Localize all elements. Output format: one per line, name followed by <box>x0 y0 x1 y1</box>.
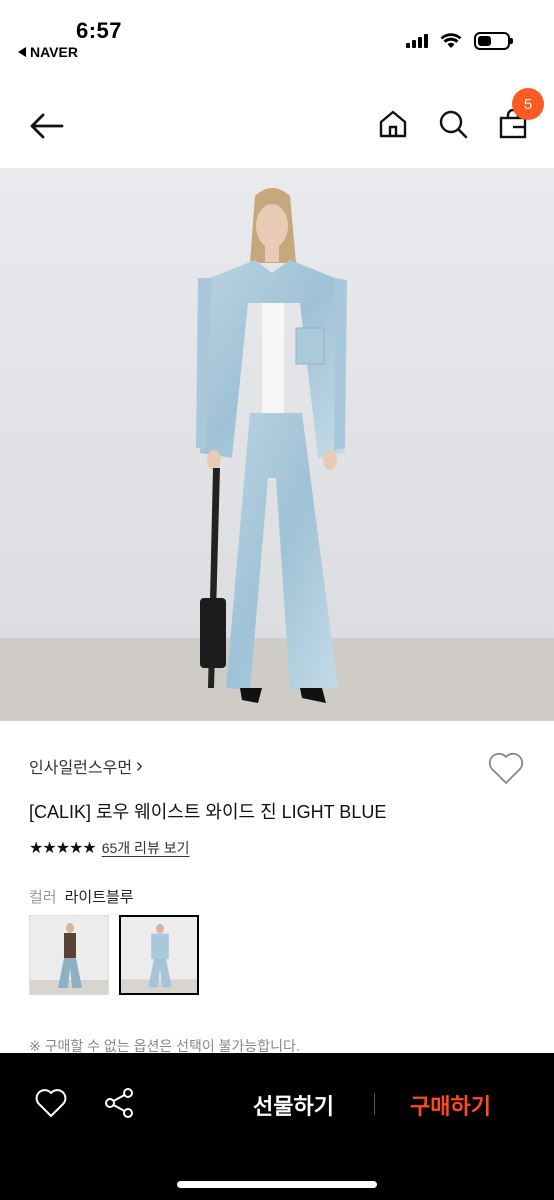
wishlist-button[interactable] <box>487 750 525 786</box>
rating-row: ★★★★★ 65개 리뷰 보기 <box>29 838 189 858</box>
chevron-right-icon: › <box>136 755 143 777</box>
divider <box>374 1093 375 1115</box>
signal-icon <box>406 34 428 48</box>
product-title: [CALIK] 로우 웨이스트 와이드 진 LIGHT BLUE <box>29 802 387 822</box>
color-swatch-light-blue[interactable] <box>119 915 199 995</box>
top-nav: 5 <box>0 88 554 162</box>
swatch-thumbnail <box>121 917 197 993</box>
color-option-row: 컬러 라이트블루 <box>29 886 134 907</box>
heart-icon <box>35 1089 67 1117</box>
brand-link[interactable]: 인사일런스우먼 › <box>29 754 143 778</box>
color-label: 컬러 <box>29 889 57 906</box>
home-button[interactable] <box>374 104 412 144</box>
rating-stars-icon: ★★★★★ <box>29 840 97 857</box>
back-button[interactable] <box>26 106 66 146</box>
status-icons <box>406 32 513 50</box>
back-triangle-icon <box>18 47 26 57</box>
gift-button[interactable]: 선물하기 <box>253 1089 334 1121</box>
buy-button[interactable]: 구매하기 <box>410 1089 491 1121</box>
color-swatches <box>29 915 199 995</box>
status-bar: 6:57 NAVER <box>0 0 554 70</box>
bottom-wishlist-button[interactable] <box>34 1087 68 1119</box>
status-time: 6:57 <box>76 18 123 43</box>
cart-button[interactable]: 5 <box>494 88 544 144</box>
search-button[interactable] <box>434 104 472 144</box>
heart-icon <box>488 752 524 784</box>
back-to-app-link[interactable]: NAVER <box>18 44 78 60</box>
back-app-label: NAVER <box>30 44 78 60</box>
cart-count-badge: 5 <box>512 88 544 120</box>
share-icon <box>105 1088 133 1118</box>
battery-icon <box>474 32 513 50</box>
search-icon <box>439 110 468 139</box>
arrow-left-icon <box>30 113 64 139</box>
review-link[interactable]: 65개 리뷰 보기 <box>102 838 190 858</box>
share-button[interactable] <box>102 1086 136 1120</box>
home-icon <box>379 110 407 138</box>
model-photo <box>0 168 554 721</box>
bottom-action-bar: 선물하기 구매하기 <box>0 1053 554 1200</box>
color-value: 라이트블루 <box>64 889 134 906</box>
home-indicator[interactable] <box>177 1181 377 1188</box>
brand-name: 인사일런스우먼 <box>29 760 133 777</box>
swatch-thumbnail <box>30 916 108 994</box>
product-image[interactable] <box>0 168 554 721</box>
color-swatch-brown[interactable] <box>29 915 109 995</box>
wifi-icon <box>440 33 462 48</box>
